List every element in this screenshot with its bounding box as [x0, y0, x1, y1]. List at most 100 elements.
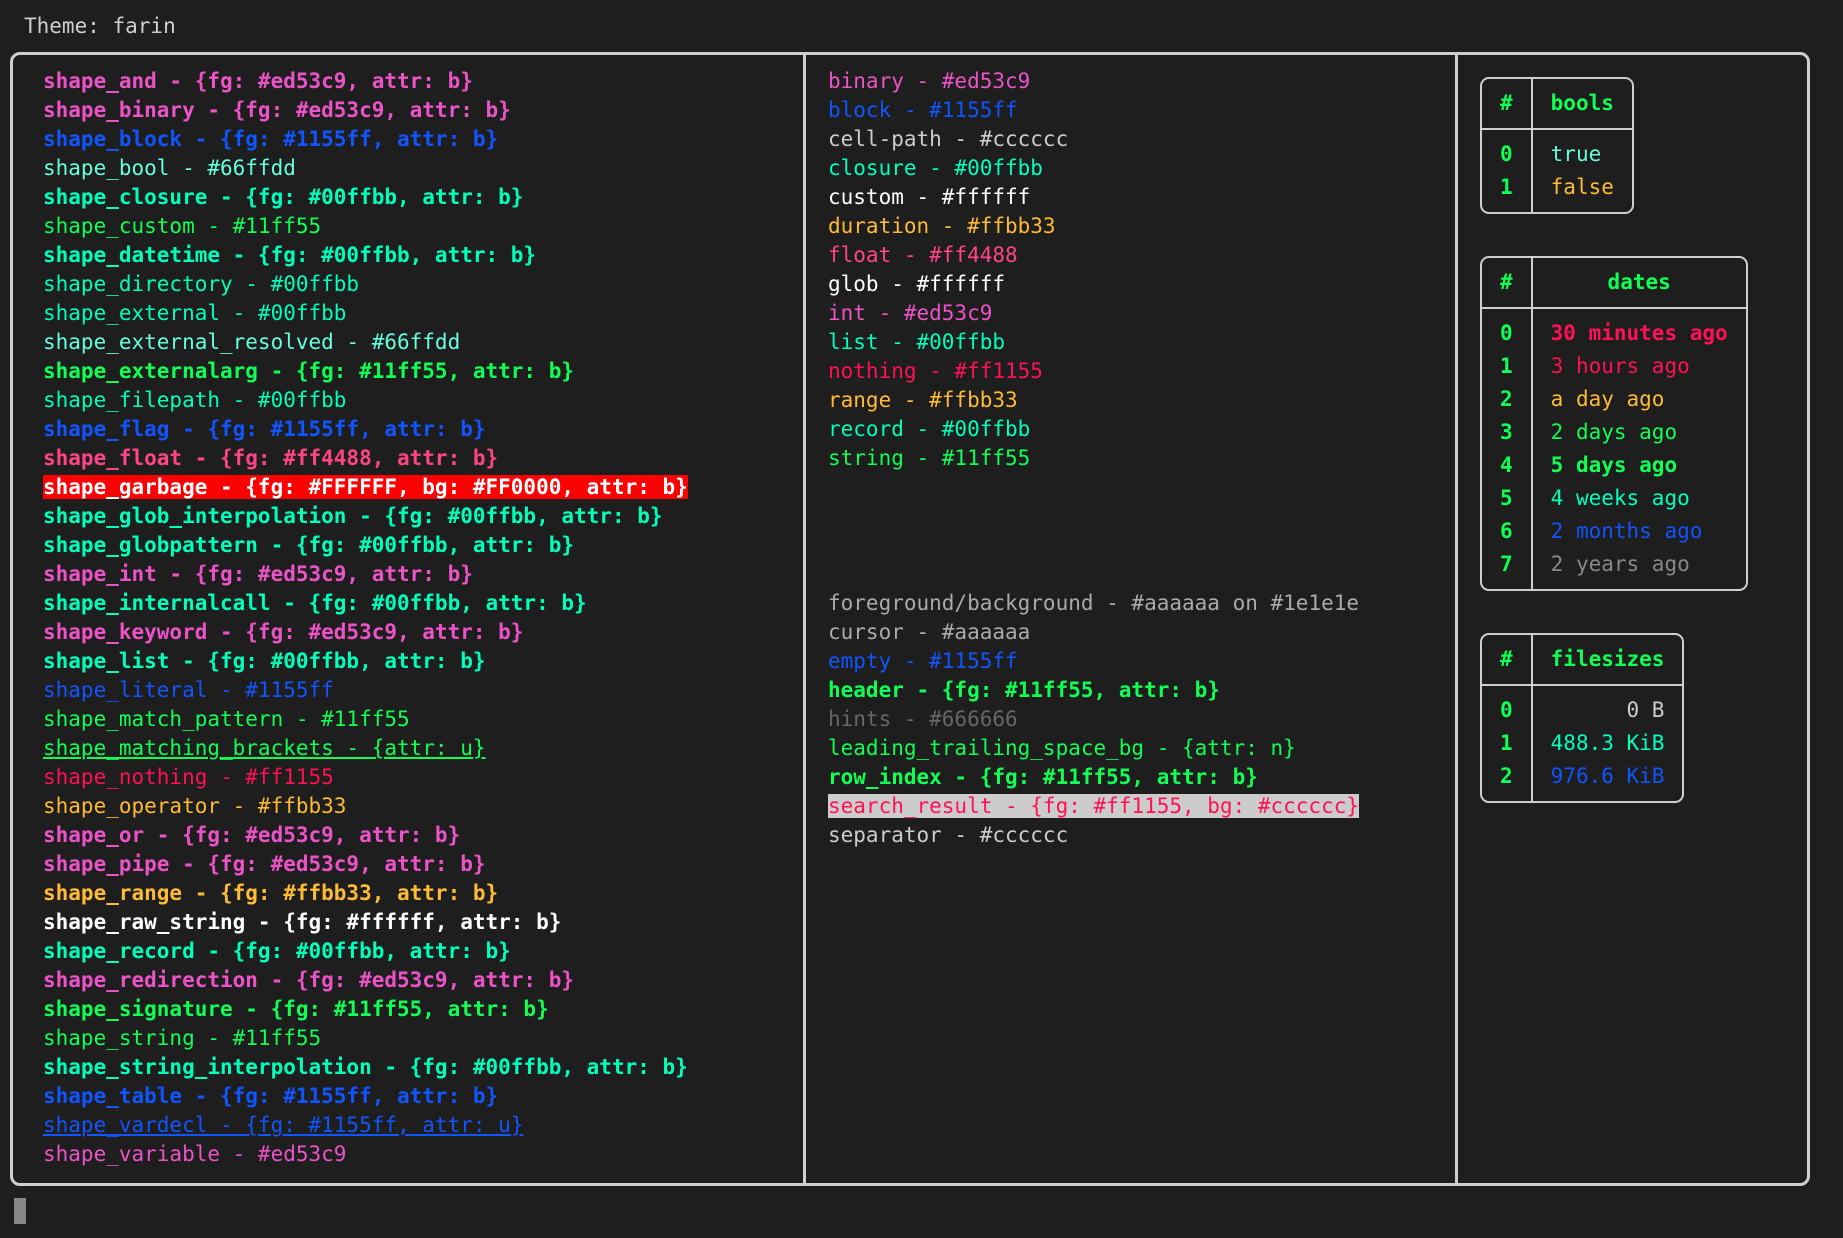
shape-line: shape_glob_interpolation - {fg: #00ffbb,… [43, 502, 803, 531]
row-value-cell: 3 hours ago [1550, 354, 1690, 378]
shape-entry-text: shape_datetime - {fg: #00ffbb, attr: b} [43, 243, 537, 267]
shape-line: shape_vardecl - {fg: #1155ff, attr: u} [43, 1111, 803, 1140]
shape-line: shape_int - {fg: #ed53c9, attr: b} [43, 560, 803, 589]
shape-entry-text: shape_flag - {fg: #1155ff, attr: b} [43, 417, 486, 441]
shape-entry-text: shape_and - {fg: #ed53c9, attr: b} [43, 69, 473, 93]
tables-column: # bools 0 true 1 false # dates 0 30 minutes ago 1 3… [1455, 55, 1807, 1183]
type-line: list - #00ffbb [828, 328, 1455, 357]
row-value-cell: false [1550, 175, 1614, 199]
shape-entry-text: shape_directory - #00ffbb [43, 272, 360, 296]
table-row: 2 a day ago [1482, 383, 1746, 416]
shape-entry-text: shape_external_resolved - #66ffdd [43, 330, 461, 354]
shape-line: shape_block - {fg: #1155ff, attr: b} [43, 125, 803, 154]
shapes-column: shape_and - {fg: #ed53c9, attr: b} shape_… [13, 55, 803, 1183]
shape-line: shape_range - {fg: #ffbb33, attr: b} [43, 879, 803, 908]
shape-entry-text: shape_external - #00ffbb [43, 301, 347, 325]
type-entry-text: glob - #ffffff [828, 272, 1006, 296]
shape-entry-text: shape_table - {fg: #1155ff, attr: b} [43, 1084, 499, 1108]
row-index-cell: 0 [1482, 129, 1533, 171]
shape-entry-text: shape_externalarg - {fg: #11ff55, attr: … [43, 359, 575, 383]
type-line: float - #ff4488 [828, 241, 1455, 270]
row-value-cell: true [1550, 142, 1602, 166]
shape-entry-text: shape_globpattern - {fg: #00ffbb, attr: … [43, 533, 575, 557]
table-row: 1 false [1482, 171, 1632, 212]
shape-line: shape_flag - {fg: #1155ff, attr: b} [43, 415, 803, 444]
ui-entry-text: separator - #cccccc [828, 823, 1069, 847]
shape-line: shape_literal - #1155ff [43, 676, 803, 705]
ui-entry-text: hints - #666666 [828, 707, 1018, 731]
shape-entry-text: shape_internalcall - {fg: #00ffbb, attr:… [43, 591, 587, 615]
shape-entry-text: shape_string - #11ff55 [43, 1026, 322, 1050]
table-bools: # bools 0 true 1 false [1480, 77, 1634, 214]
shape-entry-text: shape_operator - #ffbb33 [43, 794, 347, 818]
row-value-cell: 976.6 KiB [1550, 764, 1665, 788]
table-header-row: # dates [1482, 258, 1746, 309]
shape-entry-text: shape_match_pattern - #11ff55 [43, 707, 410, 731]
shape-line: shape_or - {fg: #ed53c9, attr: b} [43, 821, 803, 850]
shape-line: shape_string_interpolation - {fg: #00ffb… [43, 1053, 803, 1082]
ui-entry-text: foreground/background - #aaaaaa on #1e1e… [828, 591, 1360, 615]
type-entry-text: custom - #ffffff [828, 185, 1031, 209]
table-header-row: # bools [1482, 79, 1632, 130]
row-value-cell: 4 weeks ago [1550, 486, 1690, 510]
table-dates: # dates 0 30 minutes ago 1 3 hours ago 2 a day … [1480, 256, 1748, 591]
type-entry-text: record - #00ffbb [828, 417, 1031, 441]
type-entry-text: int - #ed53c9 [828, 301, 993, 325]
row-index-cell: 5 [1482, 482, 1533, 515]
type-entry-text: range - #ffbb33 [828, 388, 1018, 412]
column-header-value: dates [1531, 258, 1746, 309]
shape-line: shape_external - #00ffbb [43, 299, 803, 328]
shape-line: shape_string - #11ff55 [43, 1024, 803, 1053]
shape-entry-text: shape_list - {fg: #00ffbb, attr: b} [43, 649, 486, 673]
shape-entry-text: shape_filepath - #00ffbb [43, 388, 347, 412]
type-line: record - #00ffbb [828, 415, 1455, 444]
shape-entry-text: shape_float - {fg: #ff4488, attr: b} [43, 446, 499, 470]
shape-entry-text: shape_raw_string - {fg: #ffffff, attr: b… [43, 910, 562, 934]
shape-entry-text: shape_or - {fg: #ed53c9, attr: b} [43, 823, 461, 847]
shape-entry-text: shape_nothing - #ff1155 [43, 765, 334, 789]
table-row: 3 2 days ago [1482, 416, 1746, 449]
type-line: range - #ffbb33 [828, 386, 1455, 415]
table-row: 0 30 minutes ago [1482, 308, 1746, 350]
type-line: cell-path - #cccccc [828, 125, 1455, 154]
row-index-cell: 2 [1482, 383, 1533, 416]
shape-entry-text: shape_custom - #11ff55 [43, 214, 322, 238]
ui-entry-text: header - {fg: #11ff55, attr: b} [828, 678, 1220, 702]
type-line: custom - #ffffff [828, 183, 1455, 212]
row-index-cell: 4 [1482, 449, 1533, 482]
types-and-ui-column: binary - #ed53c9 block - #1155ff cell-path… [803, 55, 1455, 1183]
type-line: closure - #00ffbb [828, 154, 1455, 183]
shape-line: shape_matching_brackets - {attr: u} [43, 734, 803, 763]
type-entry-text: binary - #ed53c9 [828, 69, 1031, 93]
type-entry-text: float - #ff4488 [828, 243, 1018, 267]
column-gap [828, 473, 1455, 502]
shape-entry-text: shape_literal - #1155ff [43, 678, 334, 702]
ui-line: empty - #1155ff [828, 647, 1455, 676]
row-index-cell: 0 [1482, 308, 1533, 350]
shape-entry-text: shape_range - {fg: #ffbb33, attr: b} [43, 881, 499, 905]
shape-entry-text: shape_string_interpolation - {fg: #00ffb… [43, 1055, 688, 1079]
ui-line: hints - #666666 [828, 705, 1455, 734]
table-row: 1 3 hours ago [1482, 350, 1746, 383]
column-header-value: filesizes [1531, 635, 1683, 686]
row-value-cell: 2 years ago [1550, 552, 1690, 576]
shape-line: shape_and - {fg: #ed53c9, attr: b} [43, 67, 803, 96]
ui-entry-text: empty - #1155ff [828, 649, 1018, 673]
row-value-cell: 30 minutes ago [1550, 321, 1728, 345]
ui-line: separator - #cccccc [828, 821, 1455, 850]
ui-entry-text: search_result - {fg: #ff1155, bg: #ccccc… [828, 794, 1360, 818]
table-row: 7 2 years ago [1482, 548, 1746, 589]
shape-entry-text: shape_record - {fg: #00ffbb, attr: b} [43, 939, 511, 963]
type-entry-text: cell-path - #cccccc [828, 127, 1069, 151]
column-header-index: # [1482, 79, 1533, 130]
row-index-cell: 7 [1482, 548, 1533, 589]
table-row: 6 2 months ago [1482, 515, 1746, 548]
ui-entry-text: cursor - #aaaaaa [828, 620, 1031, 644]
row-index-cell: 1 [1482, 350, 1533, 383]
shape-line: shape_internalcall - {fg: #00ffbb, attr:… [43, 589, 803, 618]
table-row: 5 4 weeks ago [1482, 482, 1746, 515]
shape-entry-text: shape_block - {fg: #1155ff, attr: b} [43, 127, 499, 151]
shape-line: shape_external_resolved - #66ffdd [43, 328, 803, 357]
column-header-value: bools [1531, 79, 1632, 130]
shape-line: shape_binary - {fg: #ed53c9, attr: b} [43, 96, 803, 125]
